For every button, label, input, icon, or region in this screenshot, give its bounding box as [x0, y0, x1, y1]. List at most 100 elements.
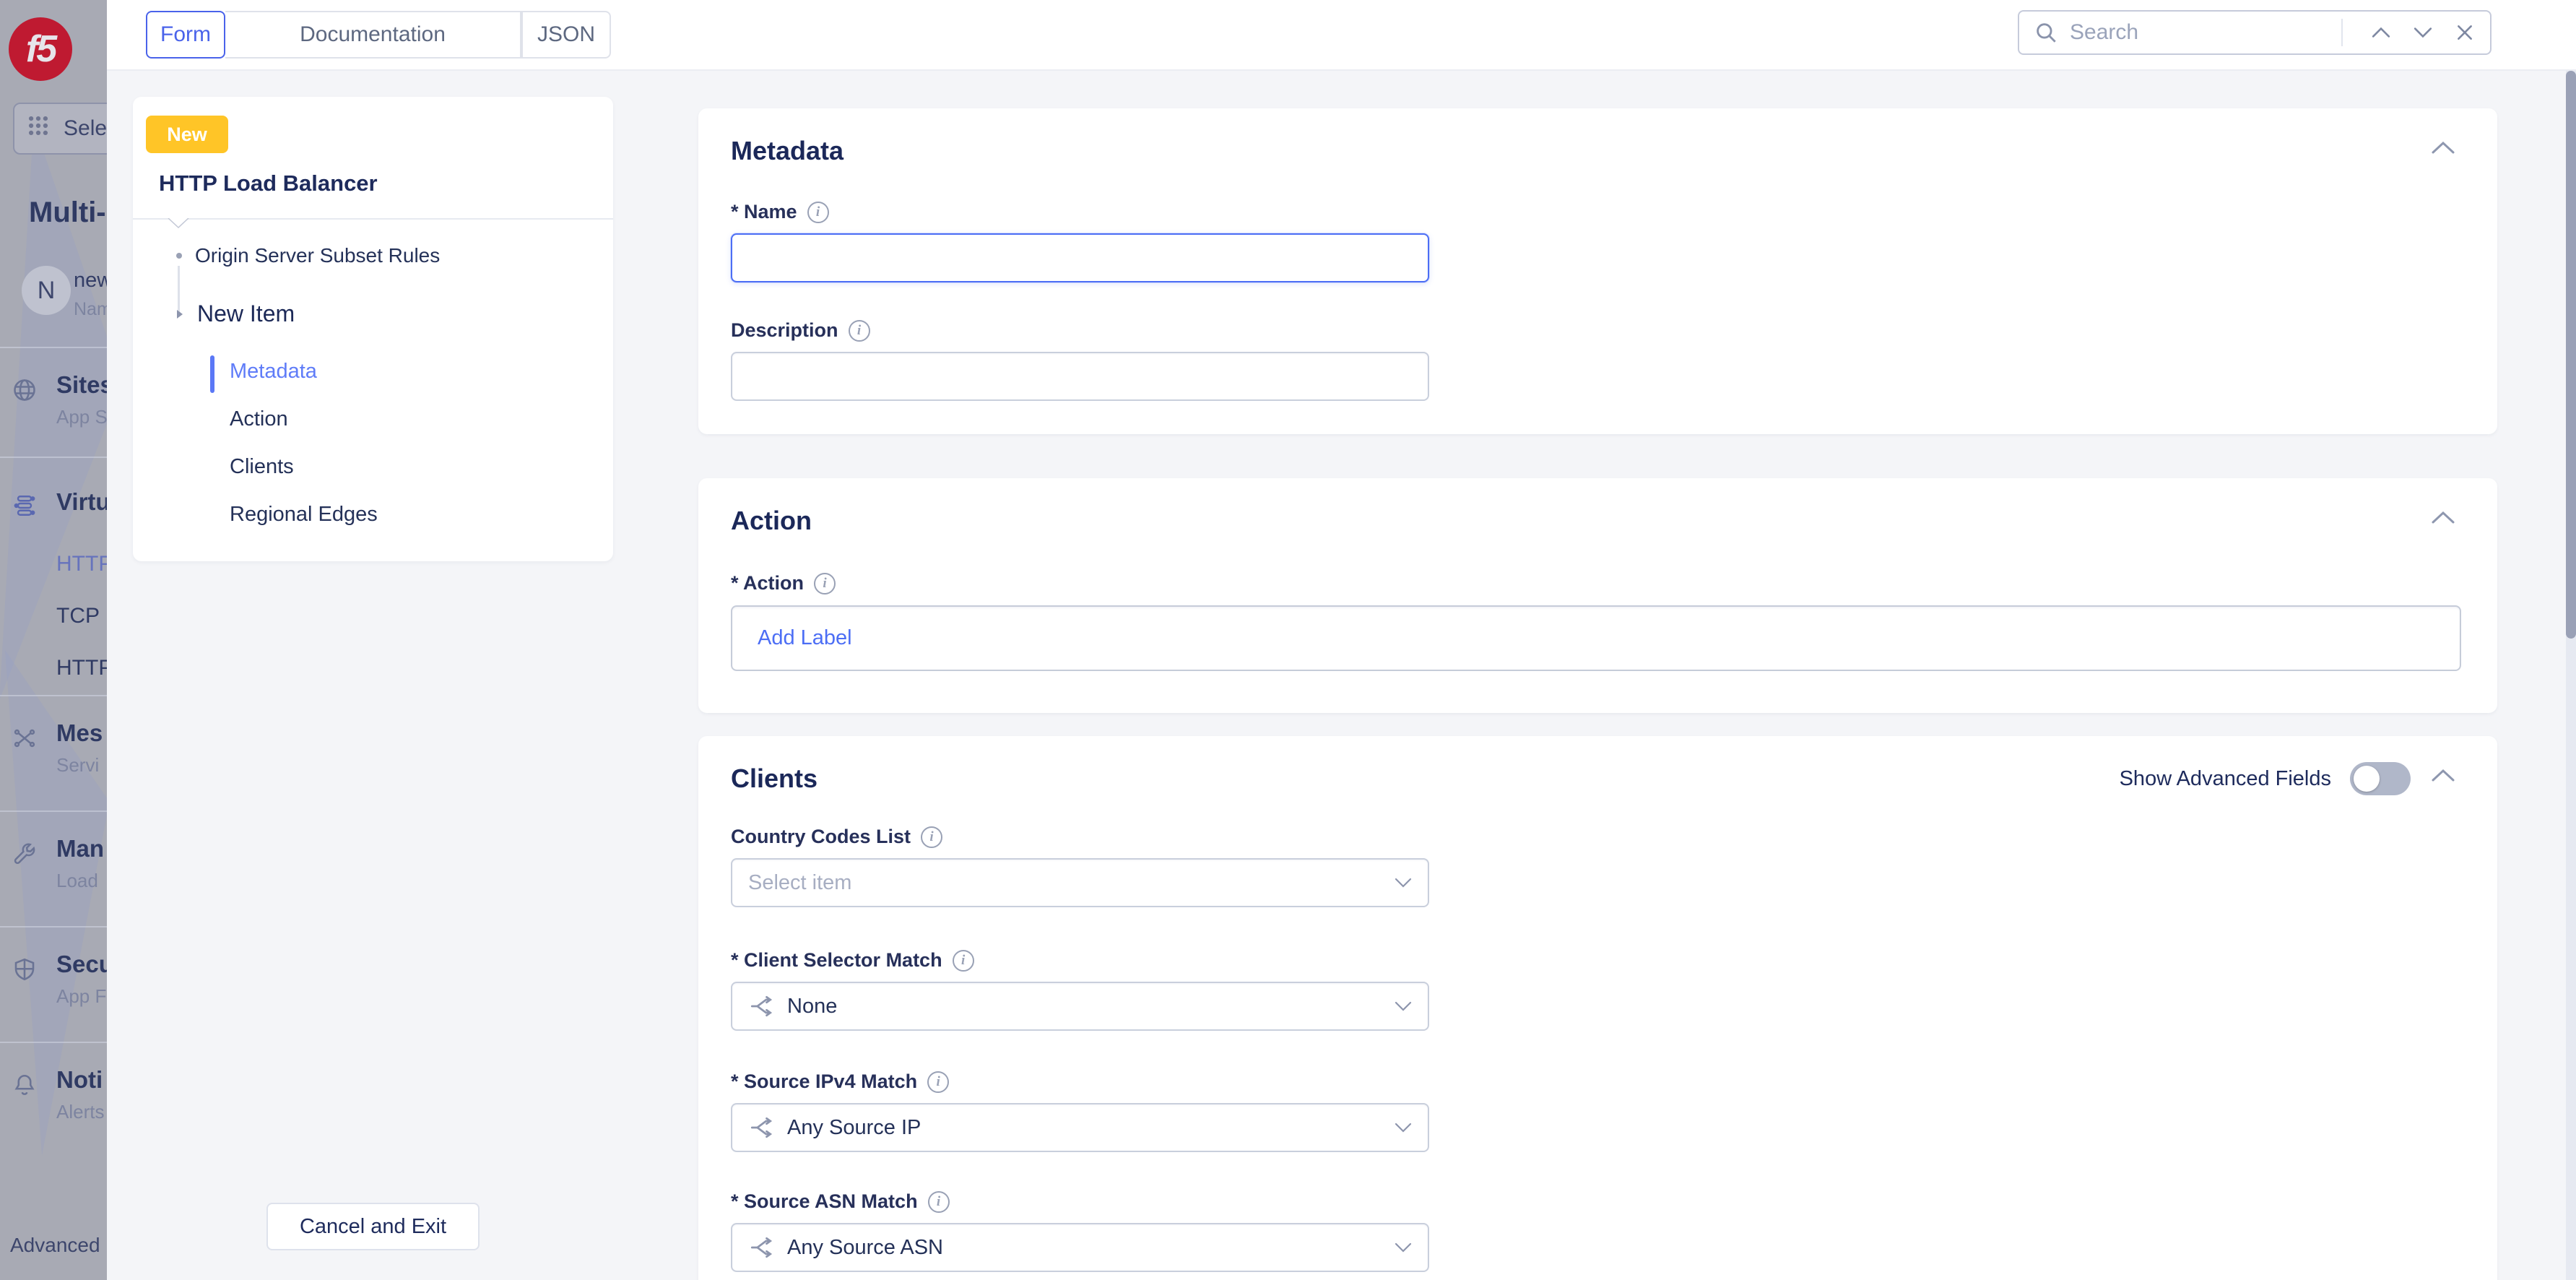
- name-input[interactable]: [731, 233, 1429, 282]
- sidebar-item-manage[interactable]: Man: [56, 835, 107, 862]
- sidebar-item-virtual[interactable]: Virtu: [56, 488, 107, 516]
- tree-section-regional-edges[interactable]: Regional Edges: [230, 503, 378, 527]
- info-icon[interactable]: i: [807, 202, 829, 223]
- chevron-up-icon: [2431, 140, 2455, 155]
- search-next-button[interactable]: [2402, 12, 2444, 53]
- wizard-title: HTTP Load Balancer: [159, 170, 378, 196]
- search-box: [2018, 10, 2492, 55]
- toggle-knob: [2354, 766, 2380, 792]
- chevron-down-icon: [2414, 23, 2432, 42]
- tree-node-bullet: [176, 253, 182, 259]
- workspace-avatar: N: [22, 266, 71, 315]
- divider: [0, 457, 107, 458]
- close-icon: [2455, 23, 2474, 42]
- select-service-label: Sele: [64, 116, 107, 141]
- client-selector-label: * Client Selector Match i: [731, 949, 974, 972]
- tree-arrow-icon: [173, 308, 186, 321]
- add-label-link[interactable]: Add Label: [758, 626, 852, 650]
- sidebar-item-mesh[interactable]: Mes: [56, 719, 107, 747]
- info-icon[interactable]: i: [927, 1071, 949, 1093]
- scrollbar-track[interactable]: [2566, 71, 2576, 1280]
- tab-json[interactable]: JSON: [521, 11, 611, 59]
- description-input[interactable]: [731, 352, 1429, 401]
- divider: [0, 695, 107, 696]
- collapse-clients-button[interactable]: [2431, 768, 2455, 782]
- sidebar-item-manage-subtitle: Load: [56, 870, 107, 892]
- workspace-name: new: [74, 269, 107, 293]
- info-icon[interactable]: i: [921, 826, 942, 848]
- divider: [0, 810, 107, 812]
- grid-icon: [26, 113, 51, 144]
- search-icon: [2034, 20, 2058, 45]
- sidebar-item-security-subtitle: App F: [56, 985, 107, 1008]
- f5-logo: f5: [9, 17, 72, 81]
- name-field-label: * Name i: [731, 201, 829, 223]
- background-page-title: Multi-C: [29, 196, 107, 229]
- clients-section: Clients Show Advanced Fields Country Cod…: [698, 736, 2497, 1280]
- info-icon[interactable]: i: [928, 1191, 950, 1213]
- divider: [0, 926, 107, 927]
- sidebar-advanced-link[interactable]: Advanced: [10, 1234, 107, 1257]
- show-advanced-fields-toggle[interactable]: [2350, 762, 2411, 795]
- advanced-fields-row: Show Advanced Fields: [2120, 762, 2411, 795]
- action-section: Action * Action i Add Label: [698, 478, 2497, 713]
- sidebar-link-tcp[interactable]: TCP: [56, 604, 107, 628]
- info-icon[interactable]: i: [953, 950, 974, 972]
- workspace-subtitle: Nam: [74, 299, 107, 320]
- info-icon[interactable]: i: [814, 573, 836, 594]
- shield-icon: [12, 956, 38, 982]
- app-root: f5 Sele Multi-C N new Nam Sites App S Vi…: [0, 0, 2576, 1280]
- tree-connector: [178, 266, 180, 313]
- collapse-metadata-button[interactable]: [2431, 140, 2455, 155]
- sidebar-link-http-1[interactable]: HTTP: [56, 552, 107, 576]
- tab-form[interactable]: Form: [146, 11, 225, 59]
- view-tabs: Form Documentation JSON: [146, 11, 611, 59]
- sidebar-item-notifications-subtitle: Alerts: [56, 1101, 107, 1123]
- new-badge: New: [146, 116, 228, 153]
- search-prev-button[interactable]: [2360, 12, 2402, 53]
- cancel-and-exit-button[interactable]: Cancel and Exit: [266, 1203, 480, 1250]
- sidebar-link-http-2[interactable]: HTTP: [56, 656, 107, 680]
- select-service-button[interactable]: Sele: [13, 103, 107, 155]
- search-close-button[interactable]: [2444, 12, 2486, 53]
- panel-collapse-notch[interactable]: [168, 218, 189, 228]
- dimmed-background-sidebar: f5 Sele Multi-C N new Nam Sites App S Vi…: [0, 0, 107, 1280]
- sidebar-item-sites-subtitle: App S: [56, 406, 107, 428]
- search-input[interactable]: [2070, 20, 2341, 45]
- sidebar-item-notifications[interactable]: Noti: [56, 1066, 107, 1094]
- chevron-down-icon: [1395, 1123, 1412, 1133]
- tab-documentation[interactable]: Documentation: [225, 11, 521, 59]
- country-codes-label: Country Codes List i: [731, 826, 942, 848]
- country-codes-select[interactable]: Select item: [731, 858, 1429, 907]
- source-asn-select[interactable]: Any Source ASN: [731, 1223, 1429, 1272]
- globe-icon: [12, 377, 38, 403]
- tree-section-action[interactable]: Action: [230, 407, 288, 431]
- chevron-up-icon: [2372, 23, 2390, 42]
- action-section-title: Action: [731, 506, 812, 536]
- advanced-fields-label: Show Advanced Fields: [2120, 767, 2331, 791]
- sidebar-item-security[interactable]: Secu: [56, 951, 107, 978]
- source-ipv4-select[interactable]: Any Source IP: [731, 1103, 1429, 1152]
- action-label-selector[interactable]: Add Label: [731, 605, 2461, 671]
- load-balancer-icon: [12, 493, 38, 519]
- sidebar-item-mesh-subtitle: Servi: [56, 754, 107, 777]
- tree-section-clients[interactable]: Clients: [230, 455, 294, 479]
- divider: [0, 347, 107, 348]
- tree-section-metadata[interactable]: Metadata: [230, 360, 317, 384]
- info-icon[interactable]: i: [849, 320, 870, 342]
- client-selector-select[interactable]: None: [731, 982, 1429, 1031]
- scrollbar-thumb[interactable]: [2566, 71, 2576, 639]
- active-section-indicator: [210, 355, 214, 393]
- tree-current-node[interactable]: New Item: [197, 300, 295, 327]
- wrench-icon: [12, 841, 38, 867]
- bell-icon: [12, 1072, 38, 1098]
- metadata-section: Metadata * Name i Description i: [698, 108, 2497, 434]
- branch-icon: [748, 1115, 774, 1141]
- chevron-down-icon: [1395, 878, 1412, 888]
- chevron-up-icon: [2431, 768, 2455, 782]
- sidebar-item-sites[interactable]: Sites: [56, 371, 107, 399]
- action-field-label: * Action i: [731, 572, 836, 594]
- divider: [2341, 19, 2343, 46]
- collapse-action-button[interactable]: [2431, 510, 2455, 524]
- tree-parent-node[interactable]: Origin Server Subset Rules: [195, 244, 440, 267]
